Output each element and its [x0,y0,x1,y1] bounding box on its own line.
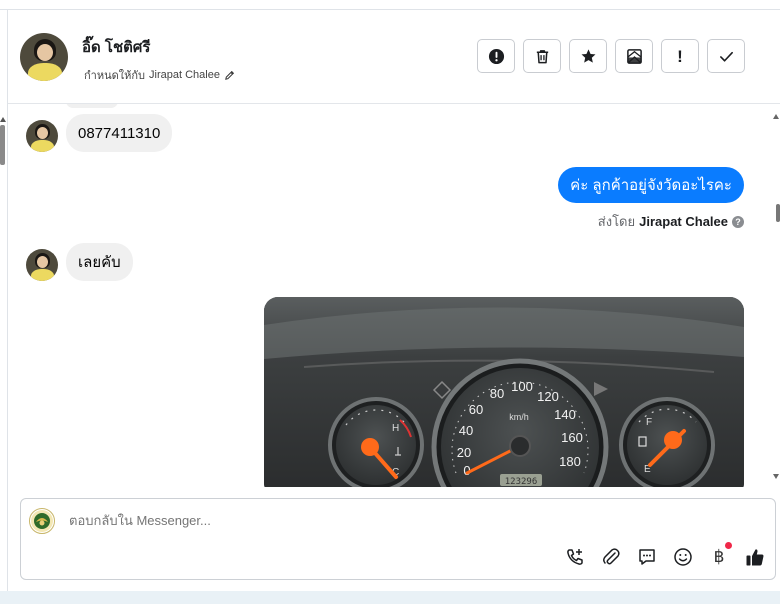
scroll-down-icon[interactable] [773,474,779,479]
speed-tick-180: 180 [559,454,581,469]
mail-icon [626,48,642,64]
star-button[interactable] [569,39,607,73]
saved-replies-button[interactable] [636,546,658,568]
car-dashboard-photo[interactable]: H C 0 20 40 60 80 100 120 140 160 180 km… [264,297,744,487]
chat-scrollbar-thumb[interactable] [776,204,780,222]
help-icon[interactable]: ? [732,215,744,228]
checkmark-icon [719,51,733,62]
chat-bubble-icon [639,549,655,565]
message-bubble[interactable]: 0877411310 [66,114,173,152]
reply-input[interactable] [69,513,729,528]
message-list[interactable]: 0877411310 ค่ะ ลูกค้าอยู่จังวัดอะไรคะ ส่… [8,104,770,487]
fuel-full-label: F [646,417,652,428]
contact-avatar[interactable] [20,33,68,81]
delete-button[interactable] [523,39,561,73]
page-logo-icon [31,510,53,532]
exclamation-icon: ! [677,46,683,66]
chat-scrollbar[interactable] [770,104,780,487]
exclamation-circle-icon [488,48,504,64]
message-bubble[interactable]: เลยคับ [66,243,133,281]
odometer-reading: 123296 [505,477,538,487]
left-scrollbar-thumb[interactable] [0,125,5,165]
paperclip-icon [603,548,620,565]
sent-by-prefix: ส่งโดย [597,214,636,229]
conversation-header: อิ๊ด โชติศรี กำหนดให้กับ Jirapat Chalee … [8,10,780,104]
speed-tick-140: 140 [554,407,576,422]
notification-dot [725,542,732,549]
pencil-icon[interactable] [224,70,235,81]
assigned-name: Jirapat Chalee [149,69,220,81]
like-button[interactable] [744,546,766,568]
payment-button[interactable]: ฿ [708,542,732,568]
thumbs-up-icon [746,549,764,566]
speed-tick-160: 160 [561,430,583,445]
sender-avatar[interactable] [26,120,58,152]
speed-tick-120: 120 [537,389,559,404]
assignment-info[interactable]: กำหนดให้กับ Jirapat Chalee [84,66,235,84]
attach-button[interactable] [600,546,622,568]
scroll-up-icon[interactable] [773,114,779,119]
left-scroll-up-icon[interactable] [0,117,6,122]
smiley-icon [674,548,692,566]
star-icon [581,48,595,63]
message-text: 0877411310 [78,124,161,142]
contact-name[interactable]: อิ๊ด โชติศรี [82,35,150,59]
message-text: ค่ะ ลูกค้าอยู่จังวัดอะไรคะ [570,177,732,194]
mark-done-button[interactable] [707,39,745,73]
message-text: เลยคับ [78,254,121,271]
conversation-panel: อิ๊ด โชติศรี กำหนดให้กับ Jirapat Chalee … [0,0,780,591]
baht-icon: ฿ [713,547,725,567]
trash-icon [536,49,548,63]
emoji-button[interactable] [672,546,694,568]
page-logo-avatar [29,508,55,534]
phone-add-icon [567,549,583,565]
previous-message-bubble [66,104,118,108]
assigned-prefix: กำหนดให้กับ [84,70,146,82]
follow-up-button[interactable]: ! [661,39,699,73]
speed-tick-60: 60 [469,402,483,417]
sender-avatar[interactable] [26,249,58,281]
speed-tick-20: 20 [457,445,471,460]
call-button[interactable] [564,546,586,568]
composer-toolbar: ฿ [564,542,766,568]
speed-tick-100: 100 [511,379,533,394]
sent-by-name: Jirapat Chalee [639,214,728,229]
reply-composer: ฿ [20,498,776,580]
spam-button[interactable] [477,39,515,73]
speed-unit: km/h [509,412,529,422]
temp-hot-label: H [392,423,399,434]
dashboard-image: H C 0 20 40 60 80 100 120 140 160 180 km… [264,297,744,487]
mark-unread-button[interactable] [615,39,653,73]
sent-by-info: ส่งโดย Jirapat Chalee ? [598,211,744,232]
speed-tick-80: 80 [490,386,504,401]
header-actions: ! [477,39,745,73]
message-bubble-outgoing[interactable]: ค่ะ ลูกค้าอยู่จังวัดอะไรคะ [558,167,744,203]
speed-tick-40: 40 [459,423,473,438]
